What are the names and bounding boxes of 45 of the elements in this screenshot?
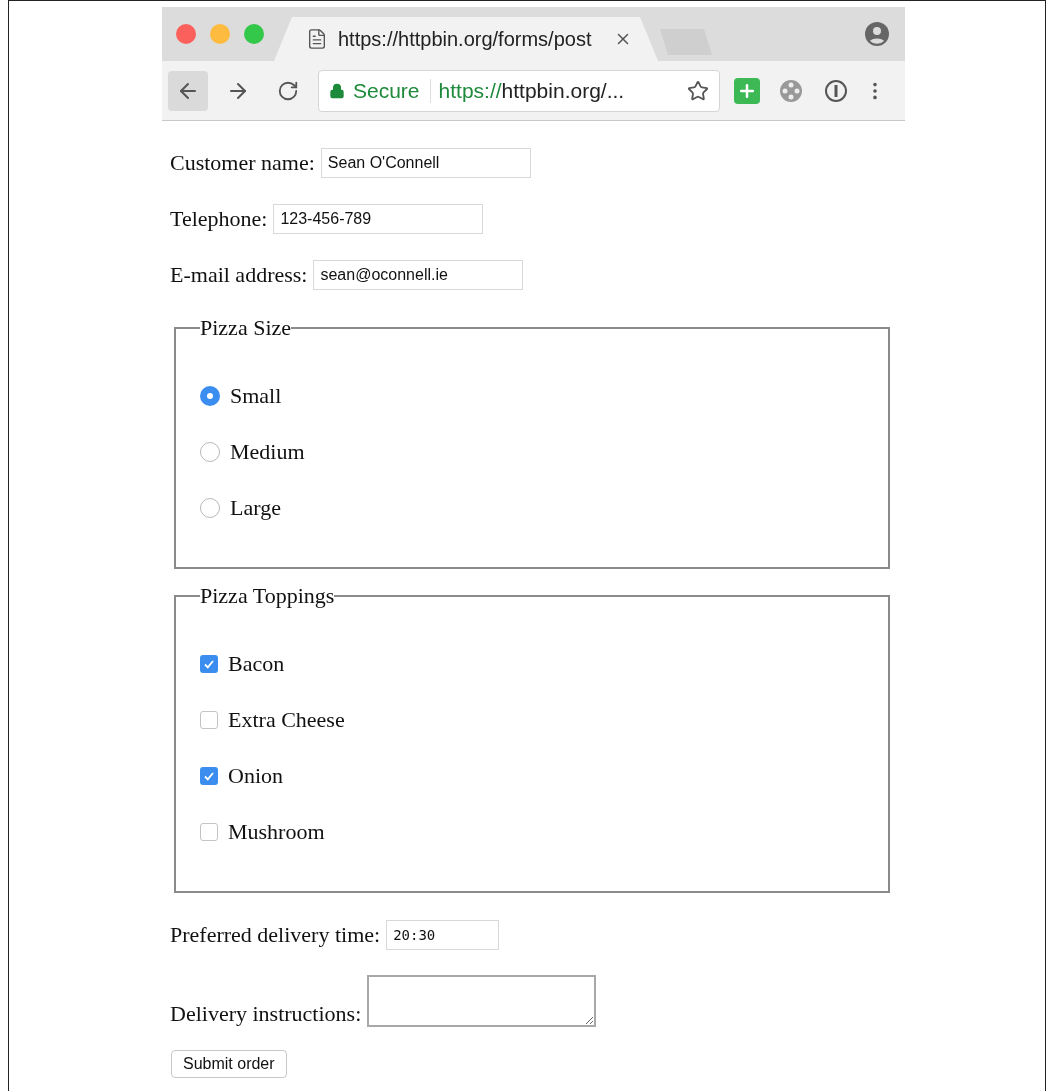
field-label: Telephone: xyxy=(170,206,268,232)
checkbox[interactable] xyxy=(200,767,218,785)
option-label: Bacon xyxy=(228,651,285,677)
info-circle-icon[interactable] xyxy=(824,78,848,103)
field-label: E-mail address: xyxy=(170,262,308,288)
option-label: Small xyxy=(230,383,282,409)
radio-button[interactable] xyxy=(200,386,220,406)
url-scheme: https:// xyxy=(438,78,502,103)
url-text: httpbin.org/... xyxy=(501,78,625,103)
tab-title: https://httpbin.org/forms/post xyxy=(338,27,593,51)
check-icon xyxy=(203,770,215,782)
film-reel-icon[interactable] xyxy=(778,77,804,104)
radio-button[interactable] xyxy=(200,498,220,518)
field-label: Customer name: xyxy=(170,150,315,176)
profile-icon[interactable] xyxy=(865,22,889,46)
text-field[interactable]: 123-456-789 xyxy=(273,204,484,234)
page-icon xyxy=(306,28,328,50)
text-field[interactable]: Sean O'Connell xyxy=(320,148,531,178)
back-button[interactable] xyxy=(168,70,208,111)
lock-icon xyxy=(329,82,345,99)
security-label: Secure xyxy=(353,78,431,103)
checkbox[interactable] xyxy=(200,823,218,841)
instructions-field[interactable] xyxy=(367,975,597,1027)
time-field[interactable]: 20:30 xyxy=(386,920,500,950)
field-label: Preferred delivery time: xyxy=(170,922,381,948)
fieldset-legend: Pizza Size xyxy=(200,315,292,341)
option-label: Mushroom xyxy=(228,819,325,845)
radio-button[interactable] xyxy=(200,442,220,462)
star-icon[interactable] xyxy=(687,79,709,102)
check-icon xyxy=(203,658,215,670)
submit-button[interactable]: Submit order xyxy=(171,1050,287,1078)
address-bar[interactable]: Secure https://httpbin.org/... xyxy=(318,69,720,112)
reload-icon xyxy=(277,79,299,102)
checkbox[interactable] xyxy=(200,711,218,729)
field-label: Delivery instructions: xyxy=(170,1001,362,1027)
plus-extension-icon[interactable] xyxy=(734,77,760,104)
text-field[interactable]: sean@oconnell.ie xyxy=(313,260,524,290)
browser-tab[interactable]: https://httpbin.org/forms/post xyxy=(274,17,658,61)
option-label: Extra Cheese xyxy=(228,707,345,733)
fieldset-legend: Pizza Toppings xyxy=(200,583,335,609)
close-window-icon[interactable] xyxy=(176,24,196,44)
option-label: Medium xyxy=(230,439,305,465)
option-label: Large xyxy=(230,495,281,521)
checkbox[interactable] xyxy=(200,655,218,673)
option-label: Onion xyxy=(228,763,283,789)
